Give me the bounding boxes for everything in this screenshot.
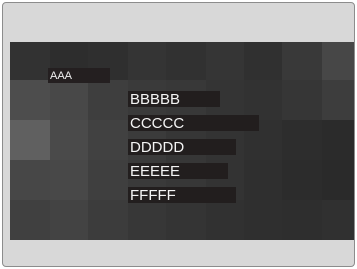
display-frame: AAA BBBBB CCCCC DDDDD EEEEE FFFFF xyxy=(2,2,355,267)
mosaic-tile xyxy=(322,80,354,120)
mosaic-tile xyxy=(166,42,206,80)
mosaic-tile xyxy=(282,120,322,160)
mosaic-tile xyxy=(50,200,88,240)
mosaic-tile xyxy=(322,160,354,200)
menu-item-label[interactable]: FFFFF xyxy=(130,188,176,204)
header-label: AAA xyxy=(50,70,73,82)
mosaic-tile xyxy=(128,200,166,240)
mosaic-tile xyxy=(88,160,128,200)
mosaic-tile xyxy=(10,80,50,120)
mosaic-tile xyxy=(10,160,50,200)
mosaic-tile xyxy=(10,42,50,80)
menu-item-label[interactable]: DDDDD xyxy=(130,140,184,156)
mosaic-tile xyxy=(50,160,88,200)
mosaic-tile xyxy=(282,160,322,200)
mosaic-tile xyxy=(282,42,322,80)
mosaic-tile xyxy=(322,42,354,80)
menu-item-label[interactable]: EEEEE xyxy=(130,164,180,180)
menu-item-label[interactable]: CCCCC xyxy=(130,116,184,132)
mosaic-tile xyxy=(88,80,128,120)
mosaic-tile xyxy=(128,42,166,80)
mosaic-tile xyxy=(282,80,322,120)
mosaic-tile xyxy=(322,200,354,240)
menu-item-label[interactable]: BBBBB xyxy=(130,92,180,108)
mosaic-tile xyxy=(166,200,206,240)
pixelated-screen: AAA BBBBB CCCCC DDDDD EEEEE FFFFF xyxy=(10,42,354,240)
mosaic-tile xyxy=(244,160,282,200)
mosaic-tile xyxy=(206,42,244,80)
mosaic-tile xyxy=(50,120,88,160)
mosaic-tile xyxy=(10,120,50,160)
mosaic-tile xyxy=(88,120,128,160)
mosaic-tile xyxy=(282,200,322,240)
mosaic-tile xyxy=(10,200,50,240)
mosaic-tile xyxy=(244,200,282,240)
mosaic-tile xyxy=(206,200,244,240)
mosaic-tile xyxy=(88,200,128,240)
mosaic-tile xyxy=(50,80,88,120)
mosaic-tile xyxy=(244,42,282,80)
mosaic-tile xyxy=(244,80,282,120)
mosaic-tile xyxy=(322,120,354,160)
